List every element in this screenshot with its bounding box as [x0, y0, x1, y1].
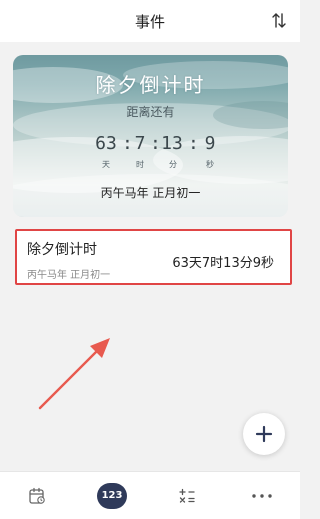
- unit-hours: 时: [136, 160, 144, 169]
- tab-more[interactable]: [225, 472, 300, 519]
- top-bar: 事件: [0, 0, 300, 42]
- unit-seconds: 秒: [206, 160, 214, 169]
- bottom-tab-bar: 123: [0, 471, 300, 519]
- event-name: 除夕倒计时: [27, 242, 97, 258]
- unit-days: 天: [102, 160, 110, 169]
- seconds-value: 9: [204, 133, 216, 154]
- tab-calculator[interactable]: [150, 472, 225, 519]
- days-value: 63: [95, 133, 117, 154]
- minutes-value: 13: [161, 133, 183, 154]
- count-tab-badge: 123: [97, 483, 127, 509]
- separator: :: [188, 133, 199, 154]
- calculator-icon: [179, 488, 195, 503]
- countdown-units: 天 时 分 秒: [93, 159, 223, 171]
- unit-minutes: 分: [169, 160, 177, 169]
- more-icon: [252, 494, 272, 498]
- tab-calendar[interactable]: [0, 472, 75, 519]
- plus-icon: [255, 425, 273, 443]
- tab-count[interactable]: 123: [75, 472, 150, 519]
- featured-countdown-card[interactable]: 除夕倒计时 距离还有 63 : 7 : 13 : 9 天 时 分 秒 丙午马年 …: [13, 55, 288, 217]
- calendar-icon: [29, 487, 45, 504]
- annotation-arrow-icon: [38, 338, 110, 410]
- page-title: 事件: [134, 13, 165, 31]
- countdown-title: 除夕倒计时: [95, 73, 206, 97]
- separator: :: [122, 133, 133, 154]
- add-event-button[interactable]: [243, 413, 285, 455]
- countdown-subtitle: 距离还有: [126, 105, 175, 119]
- countdown-values: 63 : 7 : 13 : 9: [93, 133, 223, 157]
- event-date: 丙午马年 正月初一: [27, 270, 111, 281]
- hours-value: 7: [134, 133, 146, 154]
- countdown-target-date: 丙午马年 正月初一: [100, 186, 201, 200]
- event-countdown: 63天7时13分9秒: [172, 256, 274, 271]
- event-list-item[interactable]: 除夕倒计时 丙午马年 正月初一 63天7时13分9秒: [15, 229, 292, 285]
- sort-icon[interactable]: [268, 10, 290, 32]
